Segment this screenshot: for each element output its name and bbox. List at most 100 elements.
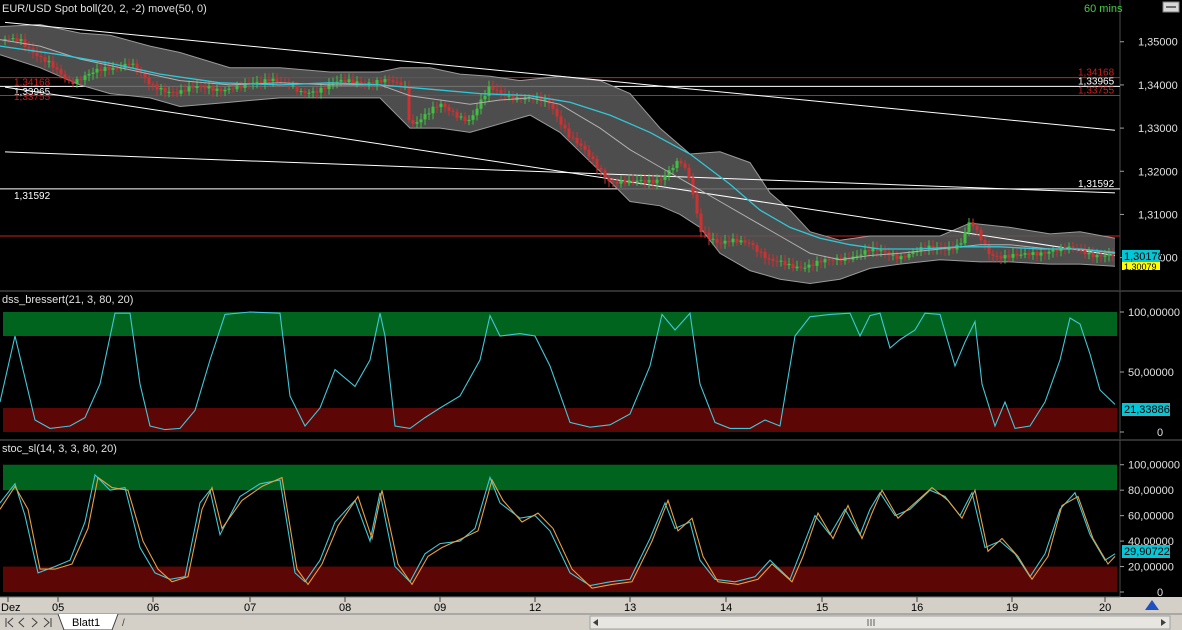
candle-body <box>348 79 351 82</box>
candle-body <box>484 96 487 100</box>
candle-body <box>152 84 155 85</box>
hline-label-3: 1,31592 <box>1078 179 1115 190</box>
candle-body <box>904 256 907 257</box>
candle-body <box>308 93 311 94</box>
candle-body <box>756 245 759 252</box>
candle-body <box>12 38 15 39</box>
candle-body <box>588 150 591 157</box>
candle-body <box>812 265 815 266</box>
candle-body <box>728 241 731 243</box>
candle-body <box>1048 252 1051 254</box>
candle-body <box>824 259 827 262</box>
time-tick-label: Dez <box>1 602 21 614</box>
stoch-tick-label: 100,00000 <box>1128 460 1180 472</box>
candle-body <box>620 180 623 183</box>
candle-body <box>624 180 627 183</box>
candle-body <box>92 73 95 74</box>
stoch-tick-label: 60,00000 <box>1128 511 1174 523</box>
candle-body <box>176 92 179 93</box>
candle-body <box>1108 254 1111 256</box>
stoch-tick-label: 80,00000 <box>1128 485 1174 497</box>
candle-body <box>828 259 831 260</box>
candle-body <box>688 168 691 178</box>
candle-body <box>804 268 807 269</box>
candle-body <box>1012 254 1015 258</box>
candle-body <box>680 161 683 164</box>
candle-body <box>632 180 635 182</box>
candle-body <box>52 61 55 67</box>
candle-body <box>444 104 447 108</box>
candle-body <box>856 256 859 257</box>
candle-body <box>216 89 219 91</box>
candle-body <box>580 144 583 146</box>
candle-body <box>272 79 275 81</box>
time-tick-label: 15 <box>816 602 828 614</box>
candle-body <box>748 243 751 244</box>
candle-body <box>492 87 495 90</box>
candle-body <box>480 99 483 108</box>
candle-body <box>656 180 659 184</box>
candle-body <box>360 81 363 83</box>
candle-body <box>36 53 39 56</box>
candle-body <box>104 67 107 71</box>
candle-body <box>44 57 47 62</box>
stoch-panel-title: stoc_sl(14, 3, 3, 80, 20) <box>2 443 117 455</box>
candle-body <box>72 81 75 84</box>
candle-body <box>592 156 595 159</box>
candle-body <box>672 168 675 170</box>
candle-body <box>128 64 131 65</box>
candle-body <box>432 107 435 114</box>
candle-body <box>976 226 979 230</box>
candle-body <box>596 159 599 168</box>
candle-body <box>260 82 263 83</box>
candle-body <box>464 116 467 121</box>
candle-body <box>556 109 559 117</box>
left-label-3: 1,31592 <box>14 191 51 202</box>
candle-body <box>868 250 871 251</box>
time-tick-label: 12 <box>529 602 541 614</box>
candle-body <box>724 241 727 244</box>
candle-body <box>752 243 755 245</box>
candle-body <box>1040 252 1043 255</box>
candle-body <box>772 259 775 261</box>
candle-body <box>788 264 791 265</box>
candle-body <box>500 90 503 93</box>
candle-body <box>896 255 899 260</box>
candle-body <box>460 116 463 117</box>
candle-body <box>1092 253 1095 257</box>
sheet-tab-label: Blatt1 <box>72 617 100 629</box>
candle-body <box>256 82 259 83</box>
candle-body <box>604 170 607 177</box>
candle-body <box>324 88 327 89</box>
candle-body <box>220 89 223 92</box>
candle-body <box>768 258 771 259</box>
candle-body <box>332 84 335 85</box>
time-tick-label: 20 <box>1099 602 1111 614</box>
candle-body <box>472 115 475 120</box>
candle-body <box>196 86 199 88</box>
candle-body <box>64 74 67 79</box>
secondary-price-label: 1,30079 <box>1124 262 1157 272</box>
time-tick-label: 05 <box>52 602 64 614</box>
candle-body <box>456 112 459 118</box>
price-tick-label: 1,32000 <box>1138 166 1178 178</box>
sheet-bar: Blatt1 / <box>0 614 1182 630</box>
candle-body <box>1052 250 1055 252</box>
candle-body <box>996 256 999 257</box>
candle-body <box>676 161 679 168</box>
candle-body <box>720 243 723 244</box>
candle-body <box>628 180 631 183</box>
candle-body <box>448 107 451 111</box>
candle-body <box>204 86 207 88</box>
horizontal-scrollbar[interactable] <box>590 616 1170 629</box>
time-tick-label: 13 <box>624 602 636 614</box>
candle-body <box>660 180 663 181</box>
stoch-last-value-label: 29,90722 <box>1124 546 1170 558</box>
time-tick-label: 09 <box>434 602 446 614</box>
dss-tick-label: 0 <box>1157 427 1163 439</box>
candle-body <box>892 255 895 256</box>
candle-body <box>600 168 603 170</box>
time-tick-label: 07 <box>244 602 256 614</box>
candle-body <box>736 239 739 243</box>
candle-body <box>132 64 135 65</box>
